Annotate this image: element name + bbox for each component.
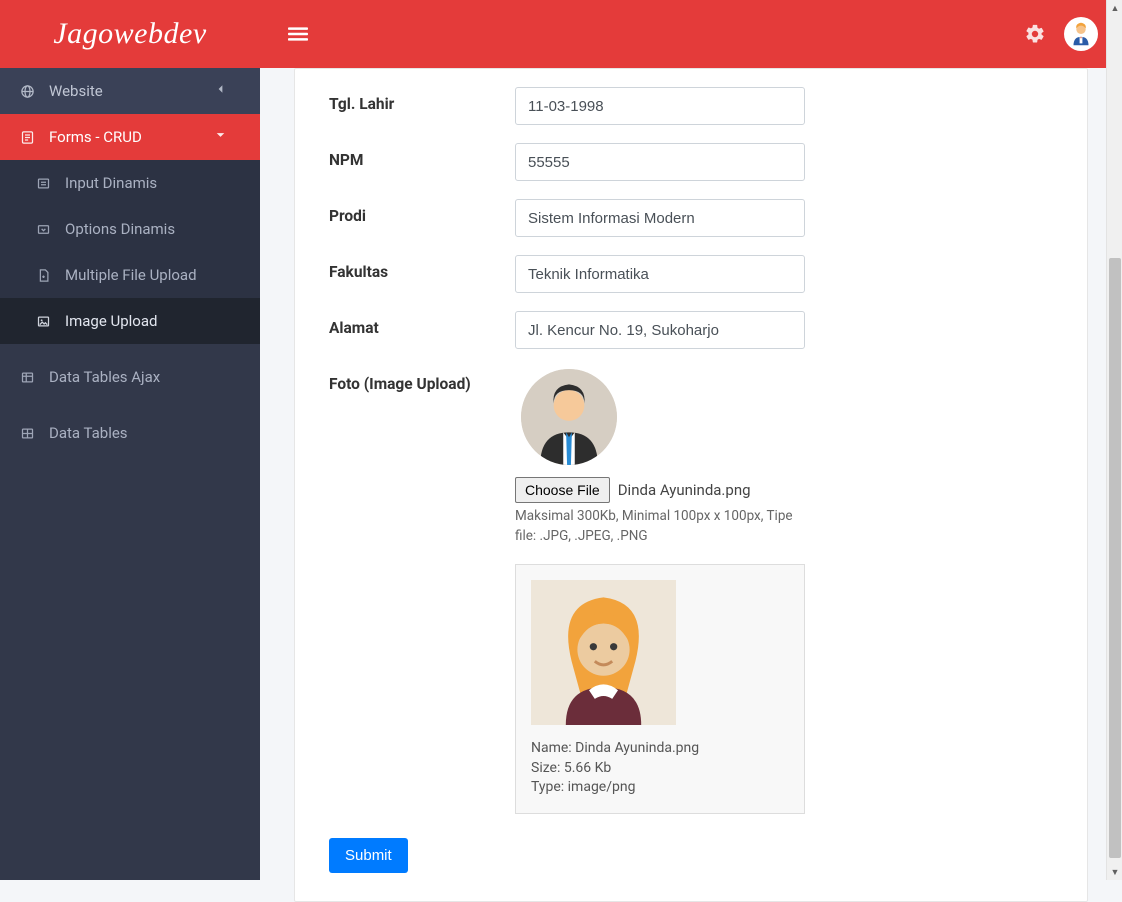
- sidebar-label-dt: Data Tables: [49, 424, 128, 442]
- sidebar-item-forms-crud[interactable]: Forms - CRUD: [0, 114, 260, 160]
- header-actions: [1024, 0, 1098, 68]
- input-npm[interactable]: [515, 143, 805, 181]
- meta-type-label: Type:: [531, 779, 568, 795]
- scrollbar[interactable]: ▲ ▼: [1106, 0, 1122, 880]
- header: Jagowebdev: [0, 0, 1122, 68]
- sidebar-sub-label: Image Upload: [65, 312, 157, 330]
- label-tgl-lahir: Tgl. Lahir: [329, 87, 515, 113]
- sidebar-item-data-tables[interactable]: Data Tables: [0, 410, 260, 456]
- sidebar-sub-options-dinamis[interactable]: Options Dinamis: [0, 206, 260, 252]
- chevron-left-icon: [213, 82, 242, 101]
- nav-separator: [0, 344, 260, 354]
- input-alamat[interactable]: [515, 311, 805, 349]
- meta-size-label: Size:: [531, 760, 564, 776]
- list-icon: [36, 176, 51, 191]
- nav-separator: [0, 400, 260, 410]
- form-icon: [20, 130, 35, 145]
- gear-icon[interactable]: [1024, 23, 1046, 45]
- user-avatar[interactable]: [1064, 17, 1098, 51]
- upload-preview-card: Name: Dinda Ayuninda.png Size: 5.66 Kb T…: [515, 564, 805, 814]
- sidebar-label-website: Website: [49, 82, 103, 100]
- sidebar-sub-label: Options Dinamis: [65, 220, 175, 238]
- sidebar-sub-input-dinamis[interactable]: Input Dinamis: [0, 160, 260, 206]
- chosen-file-name: Dinda Ayuninda.png: [618, 481, 751, 499]
- image-icon: [36, 314, 51, 329]
- sidebar-label-dt-ajax: Data Tables Ajax: [49, 368, 160, 386]
- upload-preview-image: [531, 580, 676, 725]
- female-avatar-icon: [531, 580, 676, 725]
- grid-icon: [20, 426, 35, 441]
- label-prodi: Prodi: [329, 199, 515, 225]
- sidebar-sub-label: Input Dinamis: [65, 174, 157, 192]
- main-content: Tgl. Lahir NPM Prodi Fakultas Alamat Fot: [260, 68, 1122, 880]
- sidebar-sub-multiple-file-upload[interactable]: Multiple File Upload: [0, 252, 260, 298]
- choose-file-button[interactable]: Choose File: [515, 477, 610, 503]
- meta-name-value: Dinda Ayuninda.png: [575, 740, 699, 756]
- label-fakultas: Fakultas: [329, 255, 515, 281]
- sidebar-sub-label: Multiple File Upload: [65, 266, 197, 284]
- meta-type-value: image/png: [568, 779, 636, 795]
- file-icon: [36, 268, 51, 283]
- sidebar-item-website[interactable]: Website: [0, 68, 260, 114]
- form-panel: Tgl. Lahir NPM Prodi Fakultas Alamat Fot: [294, 68, 1088, 902]
- upload-meta: Name: Dinda Ayuninda.png Size: 5.66 Kb T…: [531, 739, 789, 798]
- chevron-down-icon: [213, 128, 242, 147]
- file-hint: Maksimal 300Kb, Minimal 100px x 100px, T…: [515, 507, 805, 546]
- input-fakultas[interactable]: [515, 255, 805, 293]
- meta-size-value: 5.66 Kb: [564, 760, 611, 776]
- male-avatar-icon: [521, 369, 617, 465]
- label-alamat: Alamat: [329, 311, 515, 337]
- label-npm: NPM: [329, 143, 515, 169]
- brand-logo[interactable]: Jagowebdev: [53, 17, 206, 51]
- scroll-down-arrow-icon[interactable]: ▼: [1107, 864, 1122, 880]
- sidebar: Website Forms - CRUD Input Dinamis Optio…: [0, 68, 260, 880]
- input-tgl-lahir[interactable]: [515, 87, 805, 125]
- dropdown-icon: [36, 222, 51, 237]
- table-icon: [20, 370, 35, 385]
- meta-name-label: Name:: [531, 740, 575, 756]
- label-foto: Foto (Image Upload): [329, 367, 515, 393]
- scroll-thumb[interactable]: [1109, 258, 1121, 858]
- sidebar-sub-image-upload[interactable]: Image Upload: [0, 298, 260, 344]
- input-prodi[interactable]: [515, 199, 805, 237]
- current-avatar-preview: [521, 369, 617, 465]
- logo-area: Jagowebdev: [0, 0, 260, 68]
- scroll-up-arrow-icon[interactable]: ▲: [1107, 0, 1122, 16]
- hamburger-icon[interactable]: [278, 14, 318, 54]
- submit-button[interactable]: Submit: [329, 838, 408, 873]
- sidebar-item-data-tables-ajax[interactable]: Data Tables Ajax: [0, 354, 260, 400]
- globe-icon: [20, 84, 35, 99]
- sidebar-label-forms: Forms - CRUD: [49, 128, 142, 146]
